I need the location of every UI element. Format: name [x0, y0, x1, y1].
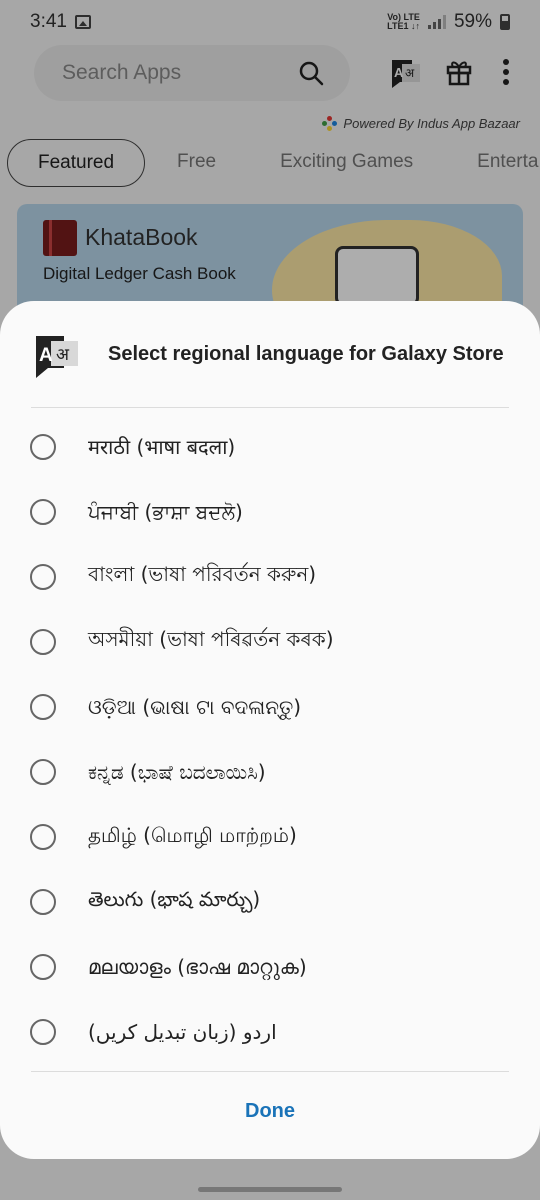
language-label: தமிழ் (மொழி மாற்றம்): [88, 823, 297, 847]
language-label: ਪੰਜਾਬੀ (ਭਾਸ਼ਾ ਬਦਲੋ): [88, 499, 243, 524]
sheet-title: Select regional language for Galaxy Stor…: [108, 343, 504, 365]
radio-button[interactable]: [30, 1018, 56, 1045]
svg-text:A: A: [39, 345, 53, 366]
language-sheet: A अ Select regional language for Galaxy …: [0, 301, 540, 1159]
language-option-malayalam[interactable]: മലയാളം (ഭാഷ മാറ്റുക): [0, 934, 540, 999]
radio-button[interactable]: [30, 693, 56, 720]
language-label: বাংলা (ভাষা পরিবর্তন করুন): [88, 562, 317, 586]
language-option-marathi[interactable]: मराठी (भाषा बदला): [0, 414, 540, 479]
language-label: മലയാളം (ഭാഷ മാറ്റുക): [88, 954, 307, 979]
radio-button[interactable]: [30, 758, 56, 785]
language-label: ಕನ್ನಡ (ಭಾಷೆ ಬದಲಾಯಿಸಿ): [88, 759, 266, 784]
language-option-tamil[interactable]: தமிழ் (மொழி மாற்றம்): [0, 804, 540, 869]
radio-button[interactable]: [30, 888, 56, 915]
divider: [31, 407, 509, 408]
language-label: తెలుగు (భాష మార్చు): [88, 887, 261, 911]
radio-button[interactable]: [30, 823, 56, 850]
language-label: ଓଡ଼ିଆ (ଭାଷା ଟା ବଦଳାନ୍ତୁ): [88, 694, 302, 719]
radio-button[interactable]: [30, 628, 56, 655]
divider: [31, 1071, 509, 1072]
language-label: اردو (زبان تبدیل کریں): [88, 1019, 277, 1044]
language-option-telugu[interactable]: తెలుగు (భాష మార్చు): [0, 869, 540, 934]
language-label: অসমীয়া (ভাষা পৰিৱৰ্তন কৰক): [88, 627, 334, 651]
language-option-odia[interactable]: ଓଡ଼ିଆ (ଭାଷା ଟା ବଦଳାନ୍ତୁ): [0, 674, 540, 739]
radio-button[interactable]: [30, 953, 56, 980]
svg-text:अ: अ: [56, 345, 70, 365]
radio-button[interactable]: [30, 433, 56, 460]
radio-button[interactable]: [30, 563, 56, 590]
language-label: मराठी (भाषा बदला): [88, 435, 236, 459]
language-option-assamese[interactable]: অসমীয়া (ভাষা পৰিৱৰ্তন কৰক): [0, 609, 540, 674]
language-option-kannada[interactable]: ಕನ್ನಡ (ಭಾಷೆ ಬದಲಾಯಿಸಿ): [0, 739, 540, 804]
language-option-urdu[interactable]: اردو (زبان تبدیل کریں): [0, 999, 540, 1064]
language-icon: A अ: [36, 336, 78, 378]
home-indicator[interactable]: [198, 1187, 342, 1192]
radio-button[interactable]: [30, 498, 56, 525]
language-option-punjabi[interactable]: ਪੰਜਾਬੀ (ਭਾਸ਼ਾ ਬਦਲੋ): [0, 479, 540, 544]
done-button[interactable]: Done: [170, 1093, 370, 1129]
language-option-bengali[interactable]: বাংলা (ভাষা পরিবর্তন করুন): [0, 544, 540, 609]
